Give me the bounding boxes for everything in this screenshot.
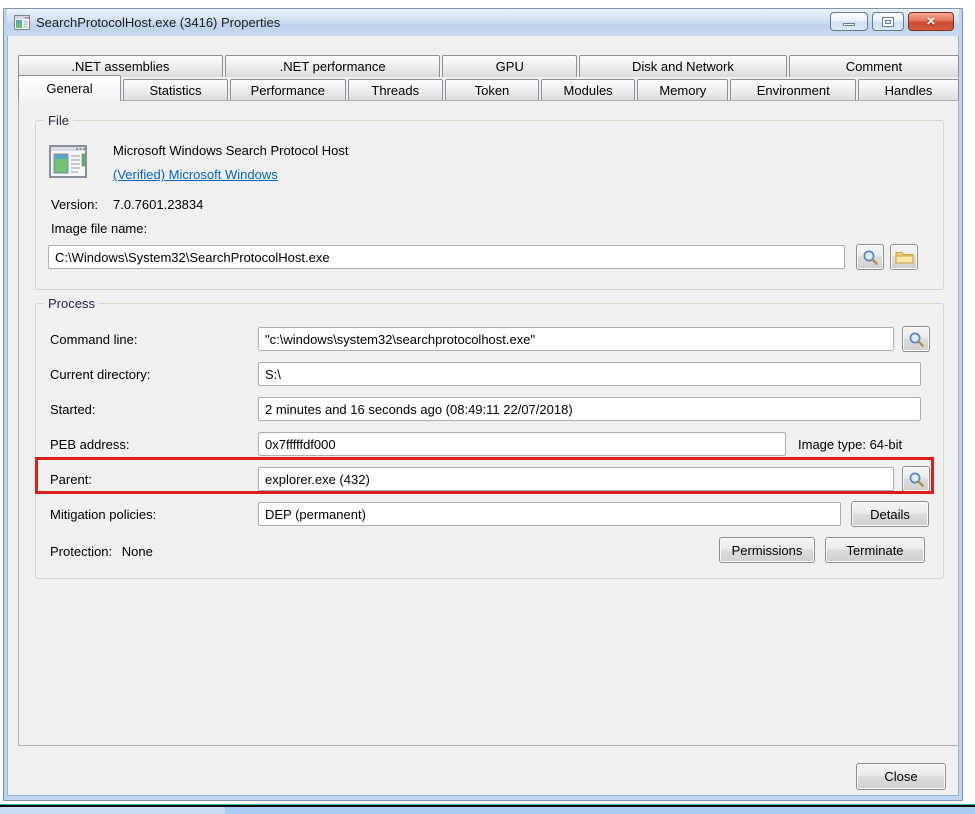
command-line-label: Command line:	[50, 332, 137, 347]
image-file-name-label: Image file name:	[51, 221, 147, 236]
tab-row-secondary: .NET assemblies .NET performance GPU Dis…	[18, 54, 959, 77]
file-group-legend: File	[44, 113, 73, 128]
mitigation-policies-field[interactable]	[258, 502, 841, 526]
window-controls: ×	[830, 12, 954, 31]
command-line-field[interactable]	[258, 327, 894, 351]
command-line-search-button[interactable]	[902, 326, 930, 352]
tab-memory[interactable]: Memory	[637, 79, 728, 101]
image-type-value: 64-bit	[870, 437, 903, 452]
tab-statistics[interactable]: Statistics	[123, 79, 228, 101]
parent-search-button[interactable]	[902, 466, 930, 492]
general-tab-panel: File	[18, 100, 959, 746]
process-group: Process Command line: Current directory:	[35, 303, 944, 579]
tab-handles[interactable]: Handles	[858, 79, 959, 101]
magnifier-icon	[908, 331, 925, 348]
minimize-button[interactable]	[830, 12, 868, 31]
mitigation-policies-label: Mitigation policies:	[50, 507, 156, 522]
tab-net-performance[interactable]: .NET performance	[225, 55, 441, 77]
tab-comment[interactable]: Comment	[789, 55, 959, 77]
dialog-client-area: .NET assemblies .NET performance GPU Dis…	[7, 36, 959, 796]
properties-window: SearchProtocolHost.exe (3416) Properties…	[3, 8, 963, 801]
verified-signer-link[interactable]: (Verified) Microsoft Windows	[113, 167, 278, 182]
process-group-legend: Process	[44, 296, 99, 311]
window-title: SearchProtocolHost.exe (3416) Properties	[36, 15, 280, 30]
protection-label: Protection:	[50, 544, 112, 559]
details-button[interactable]: Details	[851, 501, 929, 527]
maximize-icon	[883, 18, 893, 26]
parent-label: Parent:	[50, 472, 92, 487]
permissions-button[interactable]: Permissions	[719, 537, 815, 563]
version-label: Version:	[51, 197, 98, 212]
peb-address-label: PEB address:	[50, 437, 130, 452]
current-directory-label: Current directory:	[50, 367, 150, 382]
window-close-button[interactable]: ×	[908, 12, 954, 31]
protection: Protection: None	[50, 544, 153, 559]
file-description: Microsoft Windows Search Protocol Host	[113, 143, 349, 158]
folder-icon	[895, 250, 914, 265]
peb-address-field[interactable]	[258, 432, 786, 456]
magnifier-icon	[908, 471, 925, 488]
image-type: Image type: 64-bit	[798, 437, 902, 452]
close-dialog-button[interactable]: Close	[856, 763, 946, 790]
inspect-image-button[interactable]	[856, 244, 884, 270]
close-icon: ×	[927, 14, 936, 29]
tab-gpu[interactable]: GPU	[442, 55, 577, 77]
file-group: File	[35, 120, 944, 290]
started-field[interactable]	[258, 397, 921, 421]
tab-net-assemblies[interactable]: .NET assemblies	[18, 55, 223, 77]
background-window-strip-light	[0, 807, 225, 814]
application-icon	[49, 145, 87, 183]
tab-modules[interactable]: Modules	[541, 79, 635, 101]
magnifier-icon	[862, 249, 879, 266]
terminate-button[interactable]: Terminate	[825, 537, 925, 563]
minimize-icon	[843, 23, 855, 26]
tab-general[interactable]: General	[18, 75, 121, 101]
tab-token[interactable]: Token	[445, 79, 539, 101]
protection-value: None	[122, 544, 153, 559]
titlebar[interactable]: SearchProtocolHost.exe (3416) Properties…	[7, 9, 959, 36]
parent-field[interactable]	[258, 467, 894, 491]
tab-disk-and-network[interactable]: Disk and Network	[579, 55, 787, 77]
tab-performance[interactable]: Performance	[230, 79, 346, 101]
maximize-button[interactable]	[872, 12, 904, 31]
current-directory-field[interactable]	[258, 362, 921, 386]
started-label: Started:	[50, 402, 96, 417]
image-file-name-field[interactable]	[48, 245, 845, 269]
image-type-label: Image type:	[798, 437, 866, 452]
tab-environment[interactable]: Environment	[730, 79, 856, 101]
open-folder-button[interactable]	[890, 244, 918, 270]
tab-threads[interactable]: Threads	[348, 79, 443, 101]
tab-row-primary: General Statistics Performance Threads T…	[18, 77, 959, 101]
desktop: SearchProtocolHost.exe (3416) Properties…	[0, 0, 975, 814]
version-value: 7.0.7601.23834	[113, 197, 203, 212]
app-window-icon	[14, 15, 30, 30]
